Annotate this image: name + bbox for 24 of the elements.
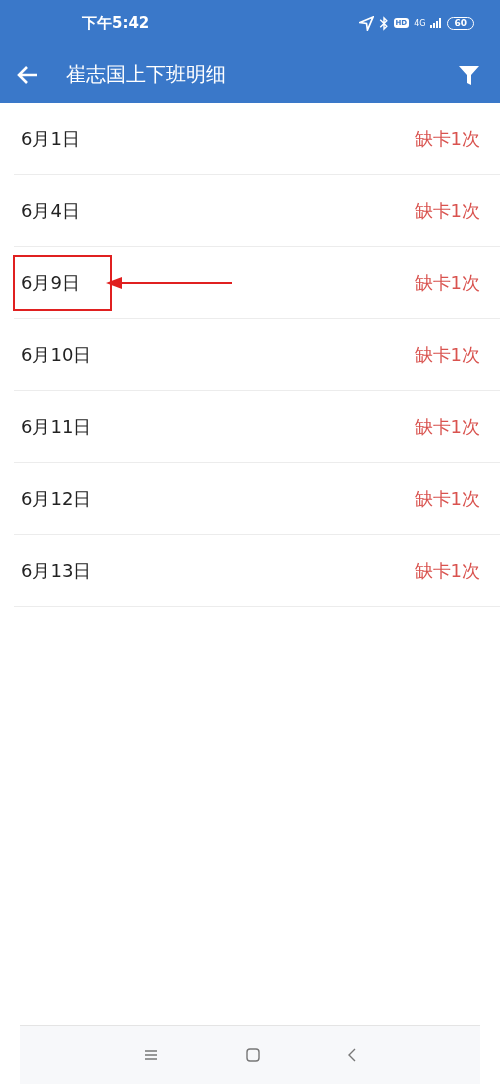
date-label: 6月1日 — [20, 126, 81, 151]
menu-icon[interactable] — [144, 1049, 158, 1061]
missed-punch-status: 缺卡1次 — [414, 270, 480, 295]
filter-button[interactable] — [458, 63, 480, 86]
date-label: 6月10日 — [20, 342, 93, 367]
location-icon — [358, 15, 374, 31]
home-icon[interactable] — [246, 1048, 260, 1062]
missed-punch-status: 缺卡1次 — [414, 486, 480, 511]
missed-punch-status: 缺卡1次 — [414, 414, 480, 439]
date-label: 6月11日 — [20, 414, 93, 439]
page-title: 崔志国上下班明细 — [66, 61, 227, 88]
date-label: 6月13日 — [20, 558, 93, 583]
date-label: 6月4日 — [20, 198, 81, 223]
missed-punch-status: 缺卡1次 — [414, 198, 480, 223]
signal-icon — [430, 18, 443, 28]
back-icon[interactable] — [348, 1048, 356, 1062]
date-label: 6月12日 — [20, 486, 93, 511]
missed-punch-status: 缺卡1次 — [414, 558, 480, 583]
network-label: 4G — [414, 18, 426, 28]
missed-punch-status: 缺卡1次 — [414, 126, 480, 151]
date-label: 6月9日 — [15, 256, 110, 309]
missed-punch-status: 缺卡1次 — [414, 342, 480, 367]
bluetooth-icon — [378, 15, 389, 31]
status-time: 下午5:42 — [82, 13, 150, 33]
